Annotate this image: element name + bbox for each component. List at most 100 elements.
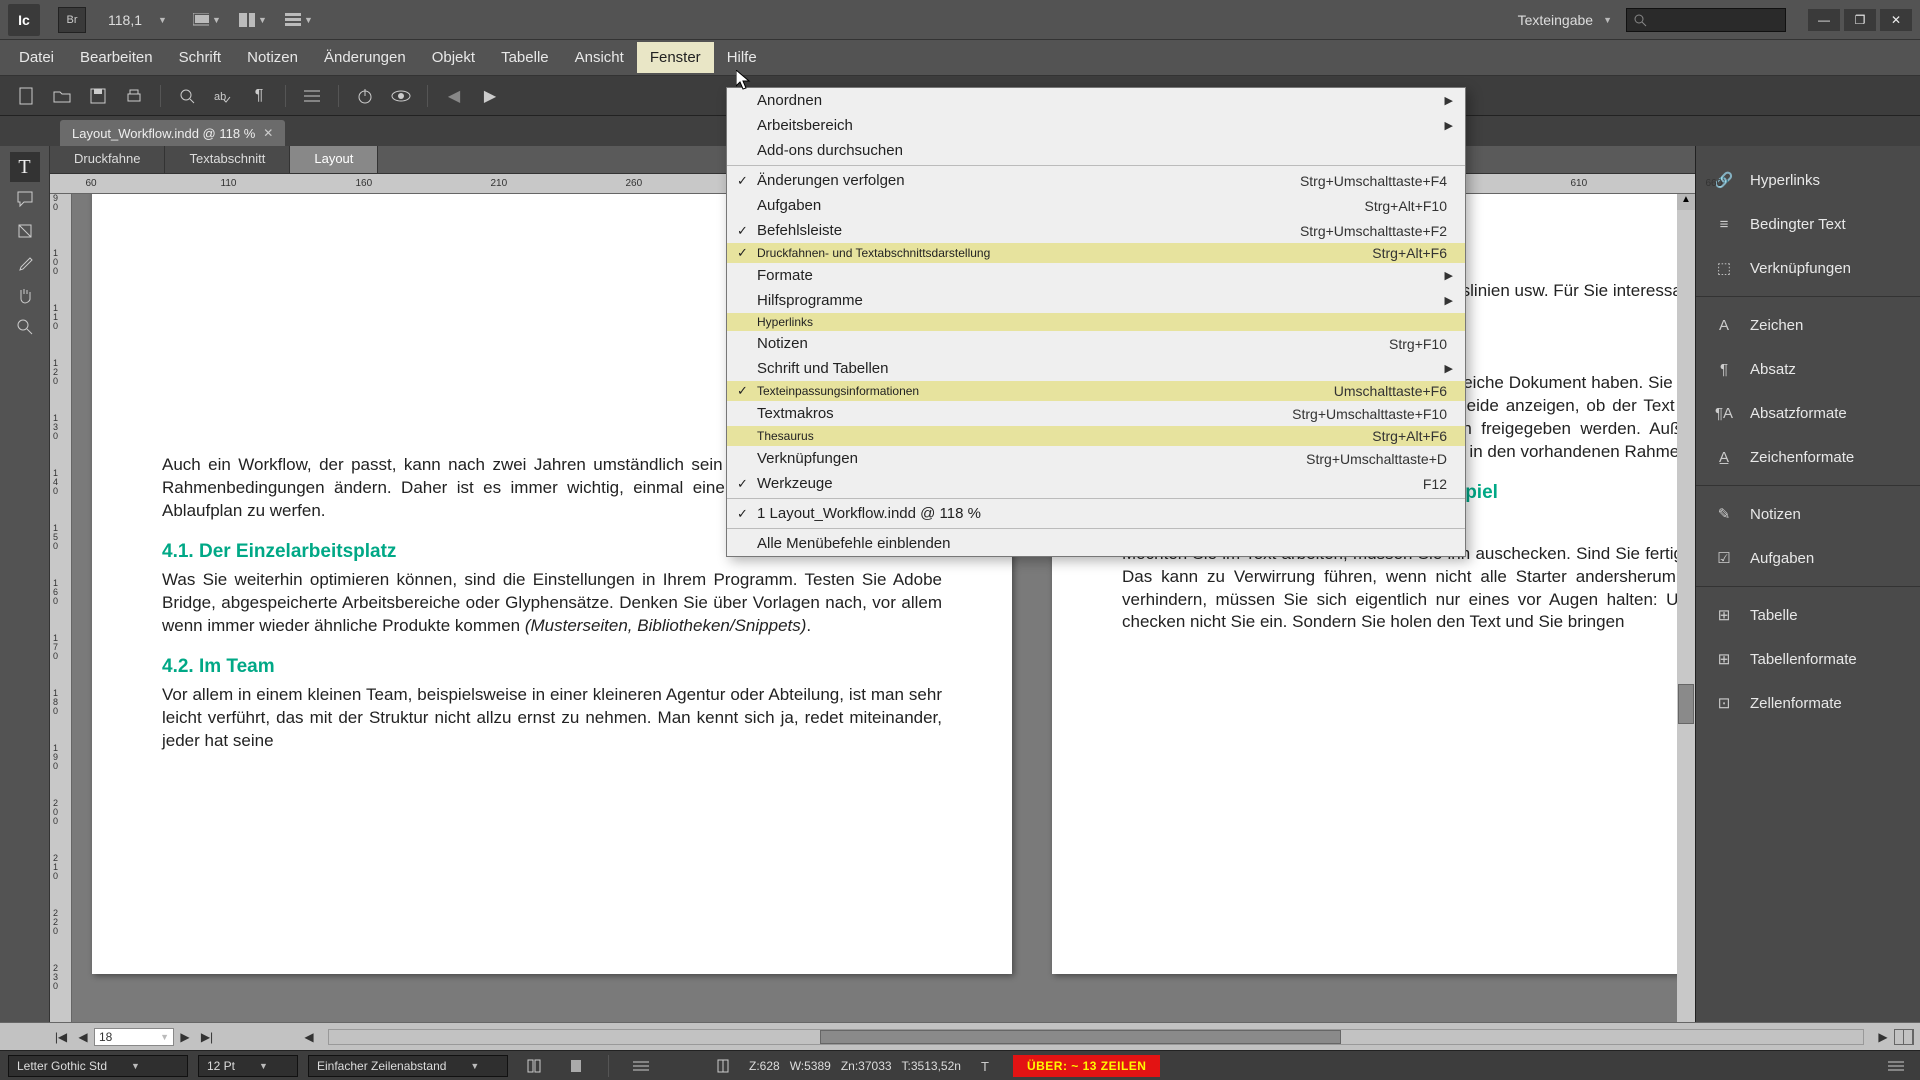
stat-toggle-icon[interactable] (707, 1052, 739, 1080)
panel-tab-tabelle[interactable]: ⊞Tabelle (1696, 593, 1920, 637)
panel-tab-zellenformate[interactable]: ⊡Zellenformate (1696, 681, 1920, 725)
search-input[interactable] (1626, 8, 1786, 32)
nav-back-icon[interactable]: ◀ (438, 82, 470, 110)
single-col-icon[interactable] (560, 1052, 592, 1080)
menu-item[interactable]: AufgabenStrg+Alt+F10 (727, 193, 1465, 218)
note-tool-icon[interactable] (10, 184, 40, 214)
menubar-item-datei[interactable]: Datei (6, 42, 67, 73)
workspace-dropdown[interactable]: Texteingabe▼ (1518, 12, 1612, 28)
menubar-item-bearbeiten[interactable]: Bearbeiten (67, 42, 166, 73)
leading-dropdown[interactable]: Einfacher Zeilenabstand▼ (308, 1055, 508, 1077)
view-tab-druckfahne[interactable]: Druckfahne (50, 146, 165, 173)
menubar-item-hilfe[interactable]: Hilfe (714, 42, 770, 73)
menu-item[interactable]: ✓Druckfahnen- und Textabschnittsdarstell… (727, 243, 1465, 263)
menubar-item-fenster[interactable]: Fenster (637, 42, 714, 73)
zoom-dropdown[interactable]: 118,1▼ (100, 10, 175, 30)
menubar-item-objekt[interactable]: Objekt (419, 42, 488, 73)
close-button[interactable]: ✕ (1880, 9, 1912, 31)
scroll-up-icon[interactable]: ▲ (1677, 194, 1695, 210)
arrange-docs-icon[interactable]: ▼ (239, 6, 267, 34)
horizontal-scrollbar[interactable] (328, 1029, 1864, 1045)
menu-item[interactable]: NotizenStrg+F10 (727, 331, 1465, 356)
bridge-badge[interactable]: Br (58, 7, 86, 33)
menu-shortcut: Strg+Umschalttaste+F4 (1300, 173, 1447, 189)
menu-item[interactable]: Add-ons durchsuchen (727, 138, 1465, 163)
menu-item[interactable]: Hyperlinks (727, 313, 1465, 331)
maximize-button[interactable]: ❐ (1844, 9, 1876, 31)
menu-item[interactable]: Hilfsprogramme▶ (727, 288, 1465, 313)
menu-item[interactable]: Schrift und Tabellen▶ (727, 356, 1465, 381)
menu-item[interactable]: Formate▶ (727, 263, 1465, 288)
split-view-icon[interactable] (1894, 1029, 1914, 1045)
eyedropper-tool-icon[interactable] (10, 248, 40, 278)
spellcheck-icon[interactable]: ab (207, 82, 239, 110)
minimize-button[interactable]: — (1808, 9, 1840, 31)
menu-icon[interactable] (296, 82, 328, 110)
lines-icon[interactable] (625, 1052, 657, 1080)
menu-item[interactable]: Alle Menübefehle einblenden (727, 531, 1465, 556)
menu-item[interactable]: ✓BefehlsleisteStrg+Umschalttaste+F2 (727, 218, 1465, 243)
menu-item[interactable]: ✓Änderungen verfolgenStrg+Umschalttaste+… (727, 168, 1465, 193)
first-page-button[interactable]: |◀ (50, 1030, 72, 1044)
vertical-scrollbar[interactable]: ▲ (1677, 194, 1695, 1022)
new-doc-icon[interactable] (10, 82, 42, 110)
menu-item[interactable]: Arbeitsbereich▶ (727, 113, 1465, 138)
page-number-field[interactable]: 18▼ (94, 1028, 174, 1046)
open-icon[interactable] (46, 82, 78, 110)
position-tool-icon[interactable] (10, 216, 40, 246)
menu-item[interactable]: VerknüpfungenStrg+Umschalttaste+D (727, 446, 1465, 471)
panel-tab-verknüpfungen[interactable]: ⬚Verknüpfungen (1696, 246, 1920, 290)
find-icon[interactable] (171, 82, 203, 110)
panel-tab-tabellenformate[interactable]: ⊞Tabellenformate (1696, 637, 1920, 681)
panel-tab-notizen[interactable]: ✎Notizen (1696, 492, 1920, 536)
menubar-item-tabelle[interactable]: Tabelle (488, 42, 562, 73)
view-tab-textabschnitt[interactable]: Textabschnitt (165, 146, 290, 173)
columns-icon[interactable] (518, 1052, 550, 1080)
menu-icon[interactable] (1880, 1052, 1912, 1080)
menubar-item-änderungen[interactable]: Änderungen (311, 42, 419, 73)
menubar-item-notizen[interactable]: Notizen (234, 42, 311, 73)
power-icon[interactable] (349, 82, 381, 110)
panel-tab-zeichen[interactable]: AZeichen (1696, 303, 1920, 347)
hscroll-left-icon[interactable]: ◀ (298, 1030, 320, 1044)
menu-item[interactable]: TextmakrosStrg+Umschalttaste+F10 (727, 401, 1465, 426)
panel-tab-absatzformate[interactable]: ¶AAbsatzformate (1696, 391, 1920, 435)
panel-label: Hyperlinks (1750, 172, 1820, 189)
status-bar: Letter Gothic Std▼ 12 Pt▼ Einfacher Zeil… (0, 1050, 1920, 1080)
check-icon: ✓ (737, 245, 748, 261)
fit-icon[interactable]: T (971, 1052, 1003, 1080)
show-hidden-icon[interactable]: ¶ (243, 82, 275, 110)
nav-fwd-icon[interactable]: ▶ (474, 82, 506, 110)
menubar-item-ansicht[interactable]: Ansicht (562, 42, 637, 73)
hscroll-thumb[interactable] (820, 1030, 1342, 1044)
type-tool-icon[interactable]: T (10, 152, 40, 182)
save-icon[interactable] (82, 82, 114, 110)
font-size-dropdown[interactable]: 12 Pt▼ (198, 1055, 298, 1077)
scroll-thumb[interactable] (1678, 684, 1694, 724)
document-tab[interactable]: Layout_Workflow.indd @ 118 % ✕ (60, 120, 285, 146)
hand-tool-icon[interactable] (10, 280, 40, 310)
next-page-button[interactable]: ▶ (174, 1030, 196, 1044)
menu-item[interactable]: ✓1 Layout_Workflow.indd @ 118 % (727, 501, 1465, 526)
panel-tab-hyperlinks[interactable]: 🔗Hyperlinks (1696, 158, 1920, 202)
view-options-icon[interactable]: ▼ (285, 6, 313, 34)
menu-item[interactable]: Anordnen▶ (727, 88, 1465, 113)
preview-icon[interactable] (385, 82, 417, 110)
menu-item[interactable]: ✓TexteinpassungsinformationenUmschalttas… (727, 381, 1465, 401)
prev-page-button[interactable]: ◀ (72, 1030, 94, 1044)
close-tab-icon[interactable]: ✕ (263, 126, 273, 140)
zoom-tool-icon[interactable] (10, 312, 40, 342)
menu-item[interactable]: ThesaurusStrg+Alt+F6 (727, 426, 1465, 446)
panel-tab-zeichenformate[interactable]: A̲Zeichenformate (1696, 435, 1920, 479)
menu-item[interactable]: ✓WerkzeugeF12 (727, 471, 1465, 496)
panel-tab-aufgaben[interactable]: ☑Aufgaben (1696, 536, 1920, 580)
last-page-button[interactable]: ▶| (196, 1030, 218, 1044)
view-tab-layout[interactable]: Layout (290, 146, 378, 173)
font-dropdown[interactable]: Letter Gothic Std▼ (8, 1055, 188, 1077)
screen-mode-icon[interactable]: ▼ (193, 6, 221, 34)
panel-tab-bedingter-text[interactable]: ≡Bedingter Text (1696, 202, 1920, 246)
hscroll-right-icon[interactable]: ▶ (1872, 1030, 1894, 1044)
panel-tab-absatz[interactable]: ¶Absatz (1696, 347, 1920, 391)
menubar-item-schrift[interactable]: Schrift (166, 42, 235, 73)
print-icon[interactable] (118, 82, 150, 110)
